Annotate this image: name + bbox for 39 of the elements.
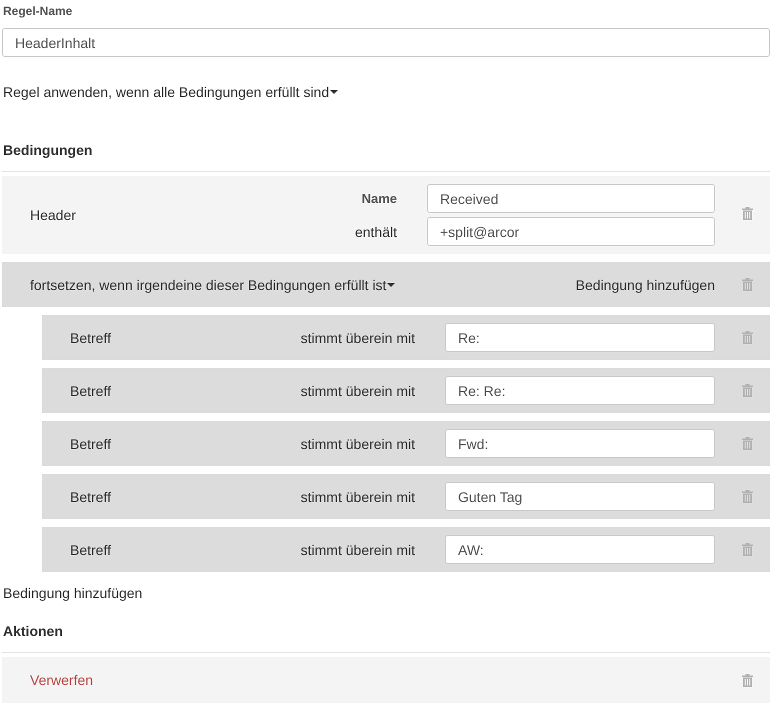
- match-value-field[interactable]: Fwd:: [445, 429, 715, 458]
- conditions-heading: Bedingungen: [3, 141, 92, 160]
- group-mode-dropdown[interactable]: fortsetzen, wenn irgendeine dieser Bedingungen erfüllt ist: [30, 274, 396, 294]
- add-condition-link[interactable]: Bedingung hinzufügen: [576, 276, 715, 292]
- header-name-field[interactable]: Received: [427, 184, 715, 213]
- operator-label: stimmt überein mit: [300, 382, 416, 398]
- field-label: Name: [362, 191, 398, 206]
- condition-field: Betreff: [70, 542, 301, 558]
- header-value-field[interactable]: +split@arcor: [427, 217, 715, 246]
- add-condition-link[interactable]: Bedingung hinzufügen: [3, 583, 142, 603]
- trash-icon[interactable]: [742, 543, 753, 556]
- condition-field: Betreff: [70, 382, 301, 398]
- trash-icon[interactable]: [742, 384, 753, 397]
- match-value-field[interactable]: Re:: [445, 323, 715, 352]
- match-value-field[interactable]: Re: Re:: [445, 376, 715, 405]
- trash-icon[interactable]: [742, 674, 753, 686]
- operator-label: stimmt überein mit: [300, 488, 416, 504]
- operator-label: enthält: [354, 224, 398, 240]
- condition-type: Header: [30, 207, 77, 223]
- trash-icon[interactable]: [742, 490, 753, 503]
- action-label: Verwerfen: [30, 672, 94, 688]
- trash-icon[interactable]: [742, 331, 753, 344]
- match-value-field[interactable]: AW:: [445, 535, 715, 564]
- match-value-field[interactable]: Guten Tag: [445, 482, 715, 511]
- caret-icon: [387, 282, 396, 286]
- trash-icon[interactable]: [742, 278, 753, 291]
- operator-label: stimmt überein mit: [300, 542, 416, 558]
- operator-label: stimmt überein mit: [300, 330, 416, 346]
- trash-icon[interactable]: [742, 437, 753, 450]
- trash-icon[interactable]: [742, 207, 753, 220]
- actions-heading: Aktionen: [3, 622, 63, 641]
- condition-field: Betreff: [70, 436, 301, 452]
- condition-field: Betreff: [70, 330, 301, 346]
- operator-label: stimmt überein mit: [300, 436, 416, 452]
- rule-name-field[interactable]: HeaderInhalt: [2, 28, 770, 57]
- condition-field: Betreff: [70, 488, 301, 504]
- rule-name-label: Regel-Name: [3, 3, 72, 20]
- caret-icon: [330, 90, 338, 94]
- match-mode-dropdown[interactable]: Regel anwenden, wenn alle Bedingungen erfüllt sind: [3, 82, 338, 102]
